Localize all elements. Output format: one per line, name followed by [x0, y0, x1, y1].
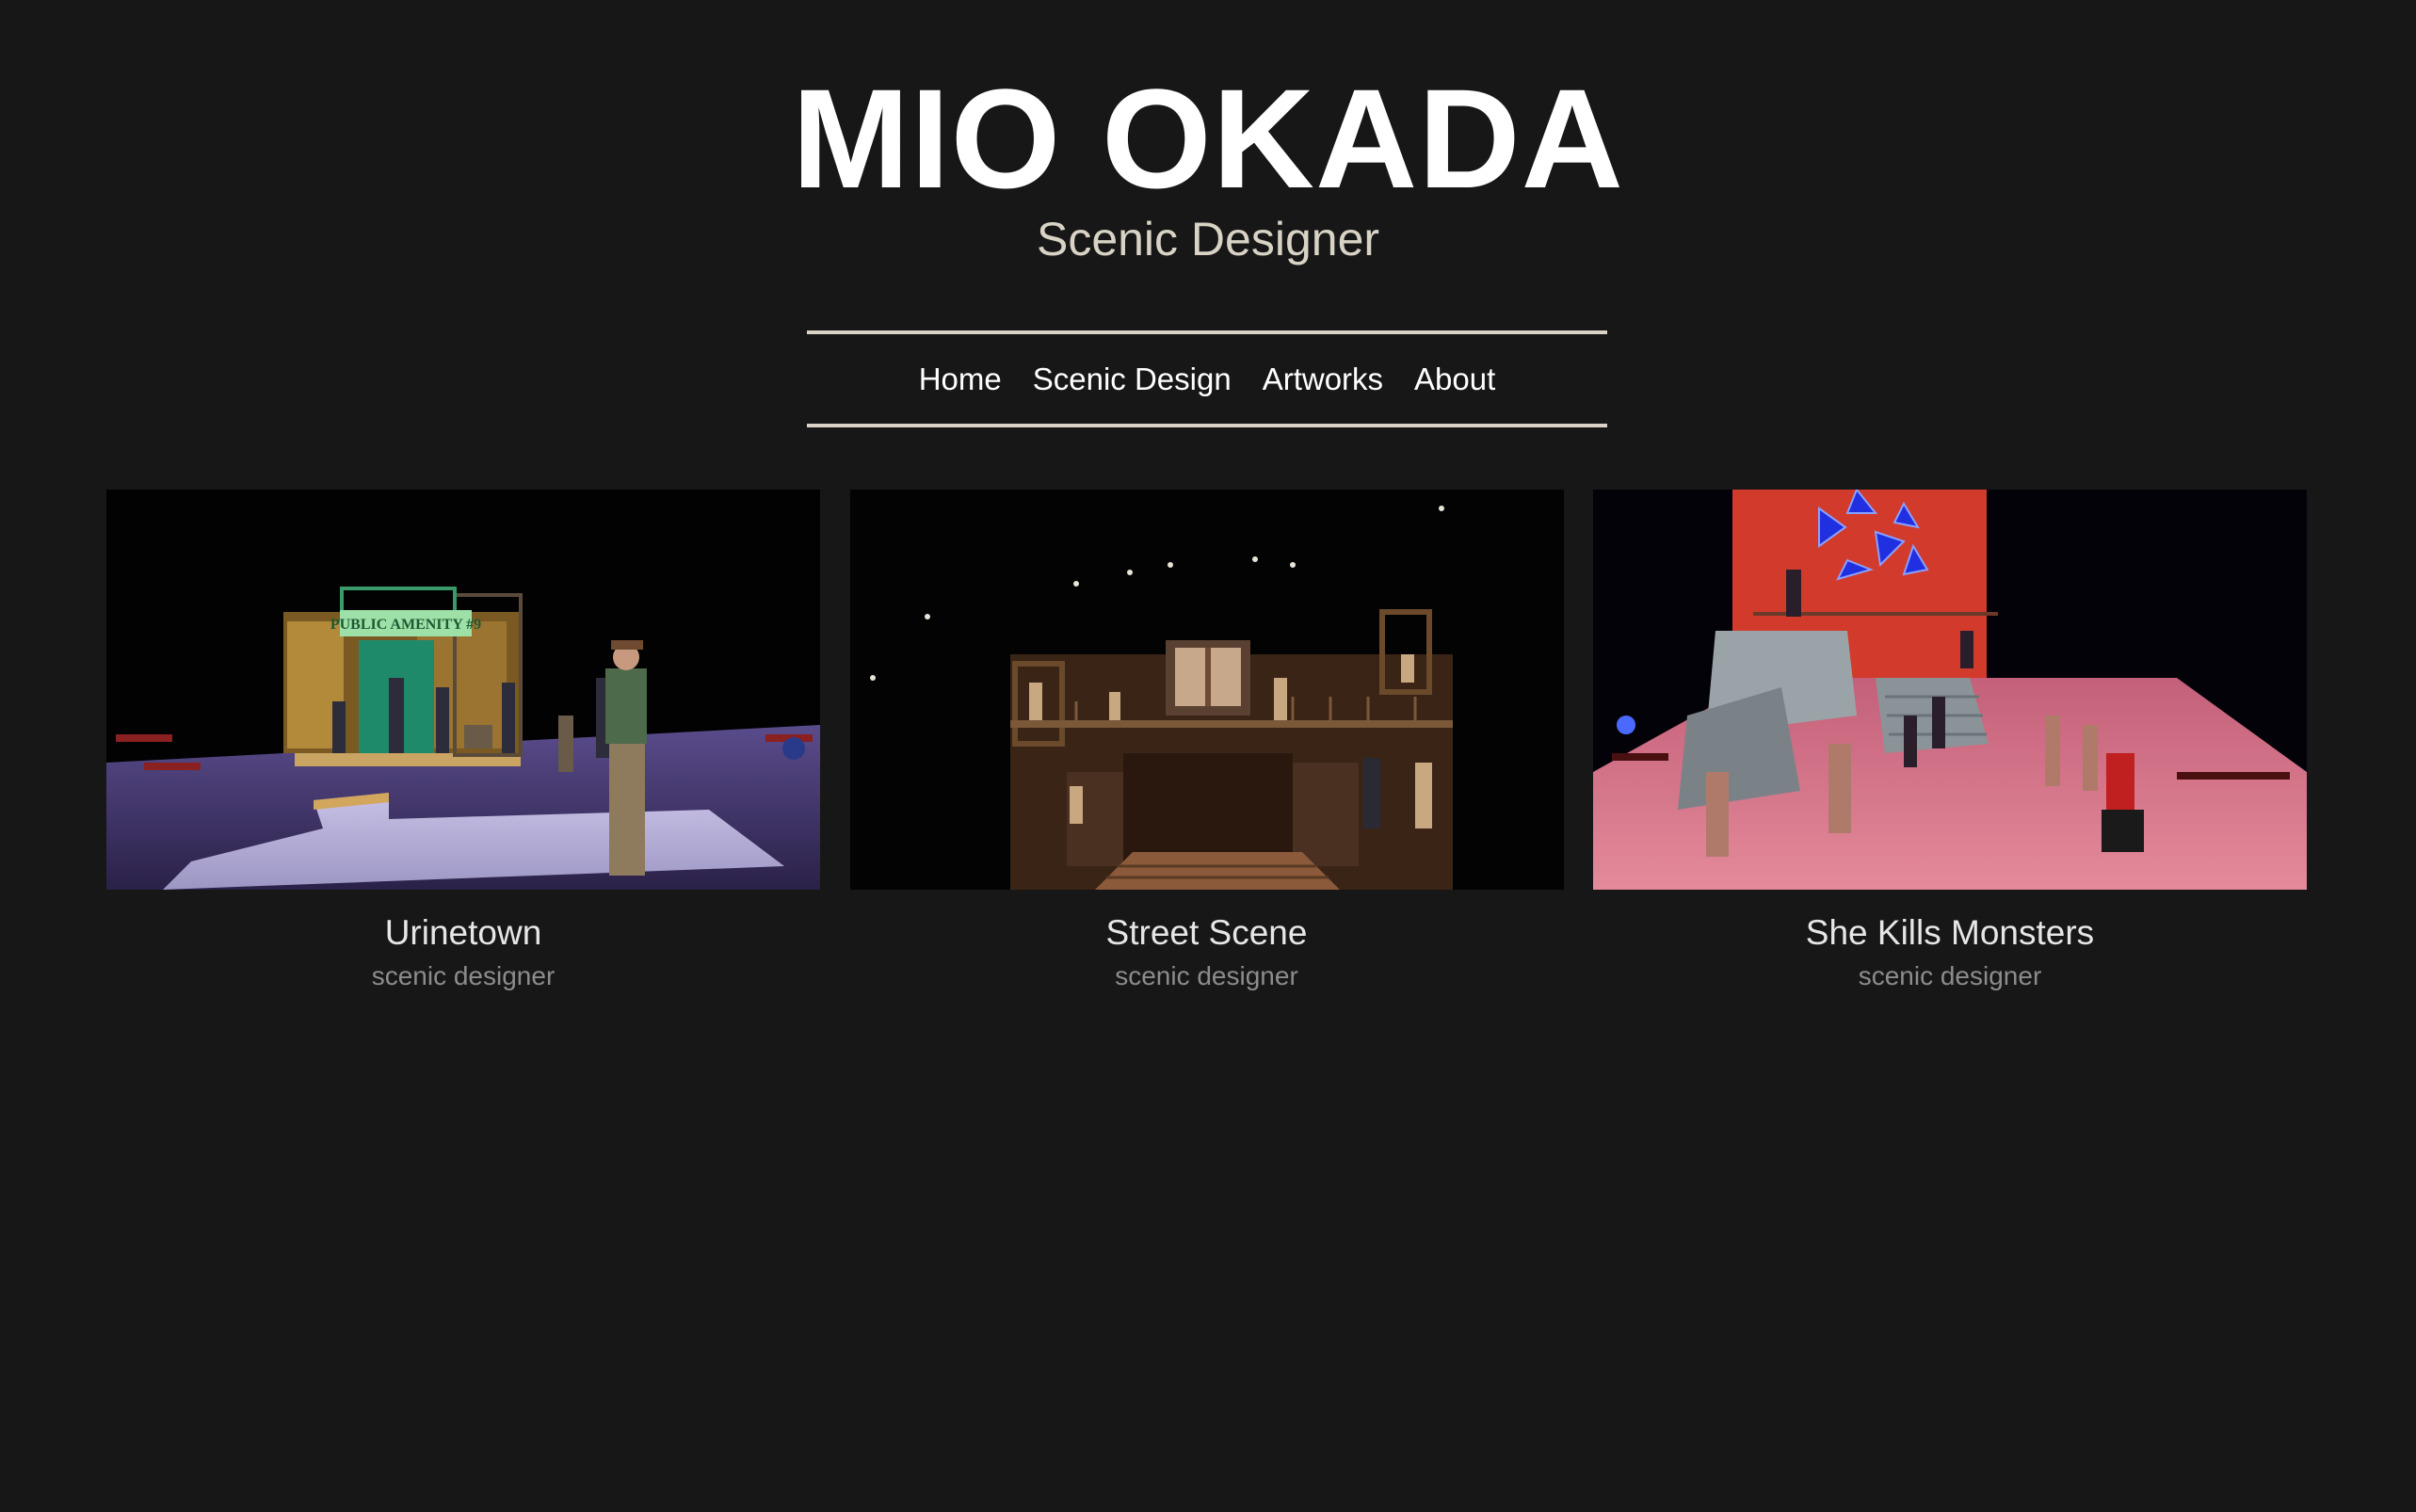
nav-item-about[interactable]: About: [1414, 361, 1495, 398]
she-kills-monsters-photo: [1593, 490, 2307, 890]
project-role: scenic designer: [371, 961, 556, 990]
project-card-she-kills-monsters[interactable]: She Kills Monsters scenic designer: [1593, 490, 2307, 993]
project-thumbnail[interactable]: [1593, 490, 2307, 890]
nav-item-artworks[interactable]: Artworks: [1263, 361, 1383, 398]
project-role: scenic designer: [1115, 961, 1298, 990]
project-title[interactable]: She Kills Monsters: [1593, 912, 2307, 954]
project-gallery: PUBLIC AMENITY #9 Urinetown scenic desig…: [106, 490, 2307, 993]
nav-item-scenic-design[interactable]: Scenic Design: [1033, 361, 1232, 398]
street-scene-photo: [849, 490, 1564, 890]
main-nav: Home Scenic Design Artworks About: [807, 330, 1607, 427]
project-card-street-scene[interactable]: Street Scene scenic designer: [849, 490, 1564, 993]
project-role: scenic designer: [1858, 961, 2042, 990]
urinetown-photo: PUBLIC AMENITY #9: [106, 490, 820, 890]
project-title[interactable]: Urinetown: [106, 912, 820, 954]
project-card-urinetown[interactable]: PUBLIC AMENITY #9 Urinetown scenic desig…: [106, 490, 820, 993]
nav-item-home[interactable]: Home: [919, 361, 1002, 398]
project-title[interactable]: Street Scene: [850, 912, 1564, 954]
site-title[interactable]: MIO OKADA: [0, 68, 2416, 209]
project-thumbnail[interactable]: [849, 490, 1564, 890]
urinetown-sign-text: PUBLIC AMENITY #9: [330, 617, 481, 633]
project-thumbnail[interactable]: PUBLIC AMENITY #9: [106, 490, 820, 890]
site-subtitle: Scenic Designer: [1036, 213, 1380, 265]
